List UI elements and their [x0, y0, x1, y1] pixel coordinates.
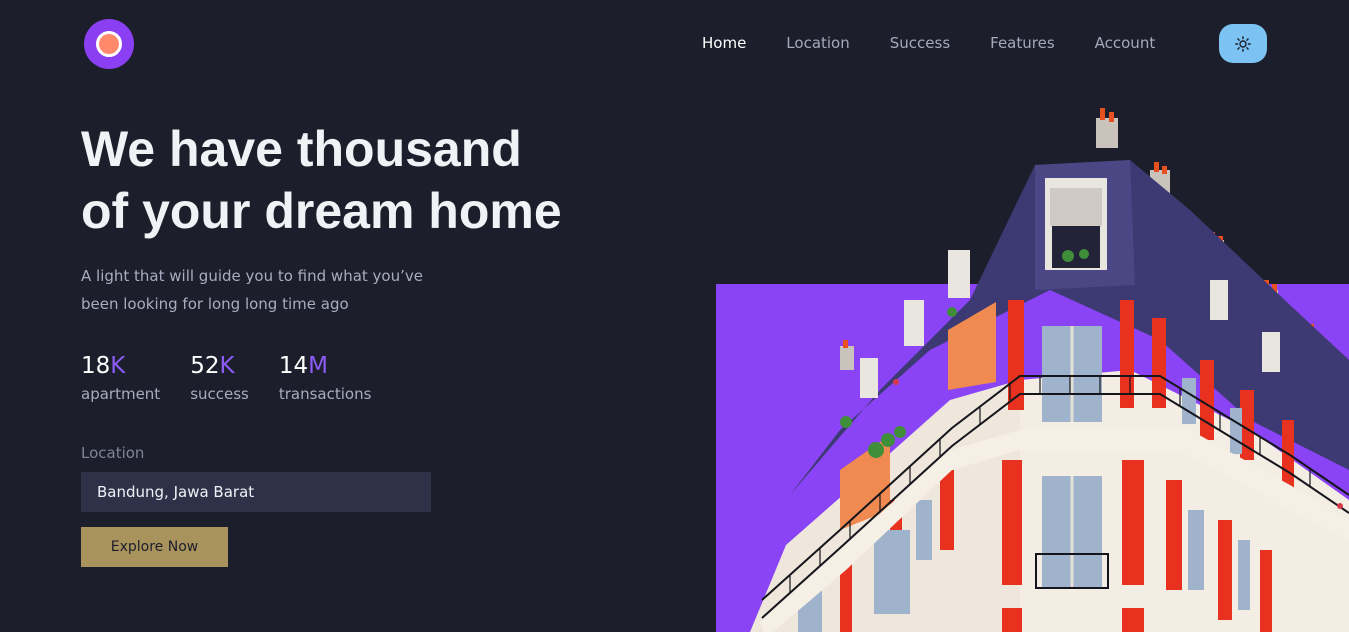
nav-success-link[interactable]: Success: [890, 33, 950, 53]
stat-label: transactions: [278, 385, 372, 403]
sun-icon: [1235, 35, 1251, 52]
hero-headline: We have thousand of your dream home: [81, 118, 621, 242]
location-input[interactable]: [81, 472, 431, 512]
subtext-line-2: been looking for long long time ago: [81, 295, 349, 313]
headline-line-2: of your dream home: [81, 183, 562, 239]
logo[interactable]: [84, 19, 134, 69]
logo-circle-icon: [96, 31, 122, 57]
subtext-line-1: A light that will guide you to find what…: [81, 267, 423, 285]
stat-transactions: 14M transactions: [279, 350, 372, 405]
headline-line-1: We have thousand: [81, 121, 522, 177]
stat-apartment: 18K apartment: [81, 350, 160, 405]
theme-toggle-button[interactable]: [1219, 24, 1267, 63]
stat-number: 18K: [81, 353, 126, 379]
stat-label: apartment: [81, 385, 161, 403]
main-nav: Home Location Success Features Account: [702, 33, 1155, 53]
nav-features-link[interactable]: Features: [990, 33, 1055, 53]
nav-home-link[interactable]: Home: [702, 33, 746, 53]
stat-number: 14M: [278, 353, 329, 379]
nav-account-link[interactable]: Account: [1095, 33, 1156, 53]
nav-location-link[interactable]: Location: [786, 33, 849, 53]
stats-row: 18K apartment 52K success 14M transactio…: [81, 350, 401, 405]
stat-success: 52K success: [190, 350, 249, 405]
stat-unit: M: [308, 353, 329, 379]
hero-building-image: [716, 108, 1349, 632]
location-label: Location: [81, 444, 145, 462]
stat-number: 52K: [190, 353, 235, 379]
hero-subtext: A light that will guide you to find what…: [81, 262, 461, 318]
stat-unit: K: [110, 353, 126, 379]
landing-page: Home Location Success Features Account W…: [0, 0, 1349, 632]
stat-unit: K: [219, 353, 235, 379]
explore-now-button[interactable]: Explore Now: [81, 527, 228, 567]
stat-label: success: [190, 385, 249, 403]
